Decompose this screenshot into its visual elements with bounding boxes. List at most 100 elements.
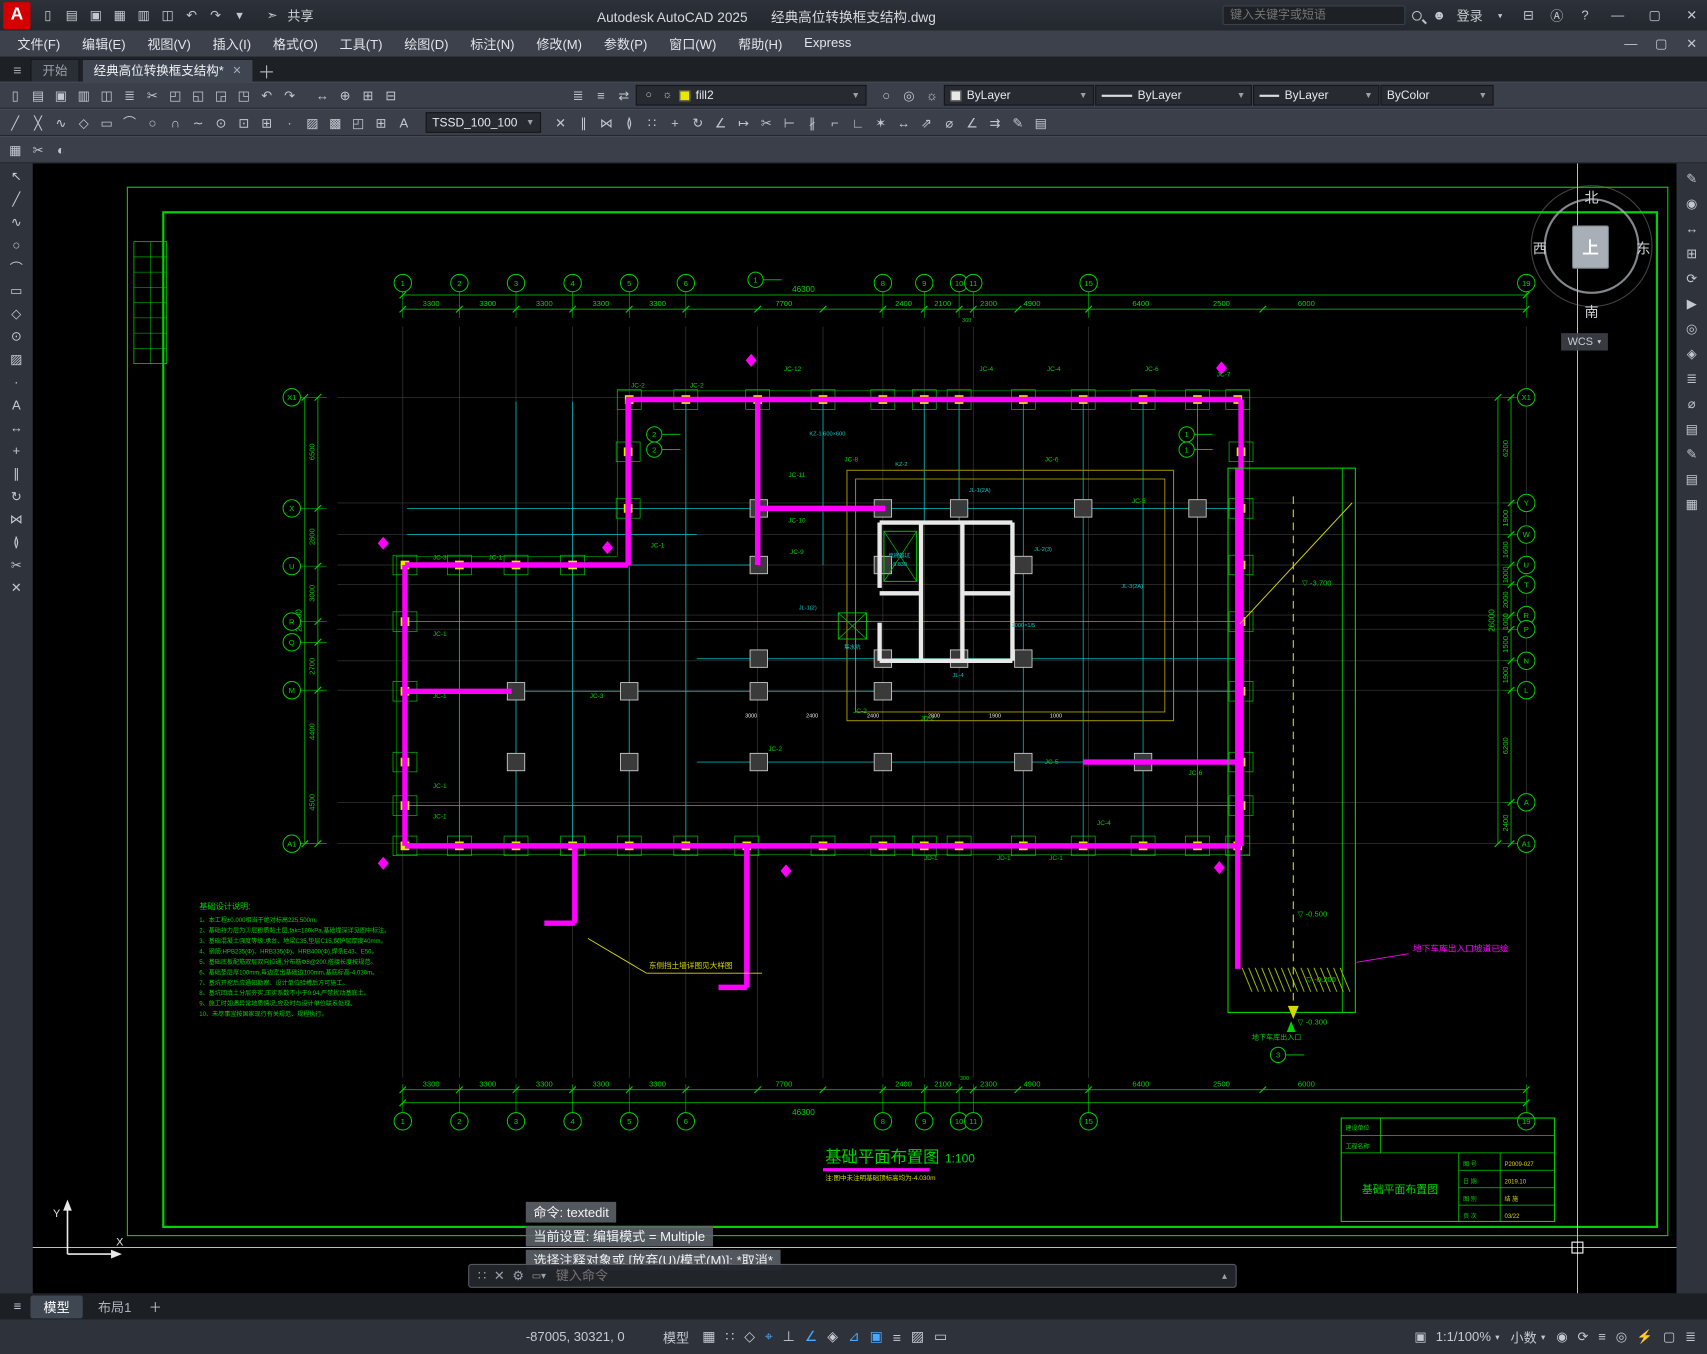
layer-translate-icon[interactable]: ⇄ bbox=[613, 84, 635, 106]
viewcube-east[interactable]: 东 bbox=[1636, 237, 1650, 258]
move-icon[interactable]: + bbox=[664, 112, 686, 134]
autodesk-account-icon[interactable]: Ⓐ bbox=[1546, 4, 1568, 26]
zoom-window-icon[interactable]: ⊞ bbox=[357, 84, 379, 106]
wcs-selector[interactable]: WCS ▾ bbox=[1561, 333, 1608, 351]
command-tools-icon[interactable]: ⚙ bbox=[512, 1268, 524, 1283]
model-space-button[interactable]: 模型 bbox=[663, 1328, 689, 1347]
doc-minimize-button[interactable]: — bbox=[1616, 30, 1646, 56]
layer-isolate-icon[interactable]: ◎ bbox=[898, 84, 920, 106]
line-icon[interactable]: ╱ bbox=[5, 188, 27, 210]
insert-block-icon[interactable]: ⊡ bbox=[233, 112, 255, 134]
pan-icon[interactable]: ↔ bbox=[1681, 218, 1703, 240]
units-control[interactable]: 小数 ▾ bbox=[1511, 1328, 1546, 1347]
recent-commands-icon[interactable]: ▭▾ bbox=[532, 1270, 546, 1282]
annotation-scale-sync-icon[interactable]: ⟳ bbox=[1578, 1329, 1589, 1344]
circle-icon[interactable]: ○ bbox=[142, 112, 164, 134]
doc-restore-button[interactable]: ▢ bbox=[1646, 30, 1676, 56]
dynamic-input-toggle[interactable]: ⌖ bbox=[765, 1328, 773, 1345]
stretch-icon[interactable]: ↦ bbox=[733, 112, 755, 134]
login-caret-icon[interactable]: ▾ bbox=[1489, 4, 1511, 26]
table-icon[interactable]: ⊞ bbox=[370, 112, 392, 134]
revision-cloud-icon[interactable]: ∩ bbox=[164, 112, 186, 134]
selection-cycling-toggle[interactable]: ▭ bbox=[934, 1328, 947, 1345]
save-as-icon[interactable]: ▦ bbox=[109, 4, 131, 26]
multiline-text-icon[interactable]: A bbox=[393, 112, 415, 134]
menu-item-2[interactable]: 视图(V) bbox=[136, 34, 201, 53]
arc-icon[interactable]: ⌒ bbox=[5, 257, 27, 279]
object-snap-tracking-toggle[interactable]: ⊿ bbox=[848, 1328, 860, 1345]
rectangle-icon[interactable]: ▭ bbox=[96, 112, 118, 134]
layer-properties-icon[interactable]: ≣ bbox=[567, 84, 589, 106]
command-input[interactable] bbox=[553, 1267, 1215, 1285]
zoom-realtime-icon[interactable]: ⊕ bbox=[334, 84, 356, 106]
offset-icon[interactable]: ≬ bbox=[618, 112, 640, 134]
cut-icon[interactable]: ✂ bbox=[142, 84, 164, 106]
paste-icon[interactable]: ◱ bbox=[187, 84, 209, 106]
layer-combo[interactable]: ○ ☼ fill2 ▼ bbox=[635, 84, 867, 106]
erase-icon[interactable]: ✕ bbox=[550, 112, 572, 134]
customization-icon[interactable]: ≣ bbox=[1685, 1329, 1696, 1344]
infer-constraints-toggle[interactable]: ◇ bbox=[744, 1328, 755, 1345]
undo-icon[interactable]: ↶ bbox=[181, 4, 203, 26]
make-block-icon[interactable]: ⊞ bbox=[256, 112, 278, 134]
sheet-set-icon[interactable]: ▤ bbox=[1681, 418, 1703, 440]
object-isolate-icon[interactable]: ◎ bbox=[1616, 1329, 1627, 1344]
menu-item-9[interactable]: 参数(P) bbox=[593, 34, 658, 53]
ellipse-icon[interactable]: ⊙ bbox=[5, 326, 27, 348]
menu-item-7[interactable]: 标注(N) bbox=[459, 34, 525, 53]
dim-aligned-icon[interactable]: ⇗ bbox=[916, 112, 938, 134]
file-tab-menu-icon[interactable]: ≡ bbox=[4, 59, 30, 82]
rotate-icon[interactable]: ↻ bbox=[687, 112, 709, 134]
lineweight-display-toggle[interactable]: ≡ bbox=[893, 1329, 901, 1345]
object-snap-toggle[interactable]: ▣ bbox=[870, 1328, 883, 1345]
clean-screen-icon[interactable]: ▢ bbox=[1663, 1329, 1675, 1344]
search-input[interactable] bbox=[1222, 5, 1406, 26]
edit-text-icon[interactable]: ✎ bbox=[1007, 112, 1029, 134]
adjust-image-icon[interactable]: ◐ bbox=[50, 139, 72, 161]
command-grip-icon[interactable]: ∷ bbox=[478, 1268, 486, 1283]
plotstyle-combo[interactable]: ByColor ▼ bbox=[1380, 84, 1494, 106]
plot-icon[interactable]: ▥ bbox=[133, 4, 155, 26]
save-file-icon[interactable]: ▣ bbox=[85, 4, 107, 26]
layout-menu-icon[interactable]: ≡ bbox=[7, 1295, 29, 1317]
markup-icon[interactable]: ✎ bbox=[1681, 443, 1703, 465]
polygon-icon[interactable]: ◇ bbox=[5, 303, 27, 325]
clip-image-icon[interactable]: ✂ bbox=[27, 139, 49, 161]
ortho-mode-toggle[interactable]: ⊥ bbox=[783, 1328, 795, 1345]
measure-icon[interactable]: ⌀ bbox=[1681, 393, 1703, 415]
autocad-logo-icon[interactable]: A bbox=[3, 1, 31, 29]
break-icon[interactable]: ∦ bbox=[801, 112, 823, 134]
construction-line-icon[interactable]: ╳ bbox=[27, 112, 49, 134]
grid-display-toggle[interactable]: ▦ bbox=[702, 1328, 715, 1345]
menu-item-6[interactable]: 绘图(D) bbox=[393, 34, 459, 53]
isometric-drafting-toggle[interactable]: ◈ bbox=[827, 1328, 838, 1345]
ellipse-icon[interactable]: ⊙ bbox=[210, 112, 232, 134]
mirror-icon[interactable]: ⋈ bbox=[5, 508, 27, 530]
spline-icon[interactable]: ∼ bbox=[187, 112, 209, 134]
annotation-visibility-icon[interactable]: ◉ bbox=[1556, 1329, 1567, 1344]
menu-item-0[interactable]: 文件(F) bbox=[7, 34, 72, 53]
menu-item-3[interactable]: 插入(I) bbox=[202, 34, 262, 53]
quick-properties-icon[interactable]: ≡ bbox=[1598, 1329, 1606, 1344]
viewcube-west[interactable]: 西 bbox=[1533, 237, 1547, 258]
properties-icon[interactable]: ▤ bbox=[1030, 112, 1052, 134]
tab-model[interactable]: 模型 bbox=[30, 1294, 83, 1318]
save-file-icon[interactable]: ▣ bbox=[50, 84, 72, 106]
search-icon[interactable] bbox=[1411, 10, 1422, 21]
dimension-icon[interactable]: ↔ bbox=[5, 417, 27, 439]
color-combo[interactable]: ByLayer ▼ bbox=[943, 84, 1095, 106]
arc-icon[interactable]: ⌒ bbox=[119, 112, 141, 134]
dim-quick-icon[interactable]: ⇉ bbox=[984, 112, 1006, 134]
doc-close-button[interactable]: ✕ bbox=[1677, 30, 1707, 56]
menu-item-4[interactable]: 格式(O) bbox=[262, 34, 329, 53]
menu-item-8[interactable]: 修改(M) bbox=[525, 34, 592, 53]
polar-tracking-toggle[interactable]: ∠ bbox=[805, 1328, 818, 1345]
show-motion-icon[interactable]: ▶ bbox=[1681, 293, 1703, 315]
text-style-combo[interactable]: TSSD_100_100 ▼ bbox=[425, 112, 542, 133]
layer-off-icon[interactable]: ○ bbox=[875, 84, 897, 106]
edit-drawing-icon[interactable]: ✎ bbox=[1681, 168, 1703, 190]
new-file-icon[interactable]: ▯ bbox=[37, 4, 59, 26]
design-center-icon[interactable]: ▦ bbox=[1681, 493, 1703, 515]
viewcube-up-face[interactable]: 上 bbox=[1571, 225, 1610, 269]
pan-icon[interactable]: ↔ bbox=[311, 84, 333, 106]
